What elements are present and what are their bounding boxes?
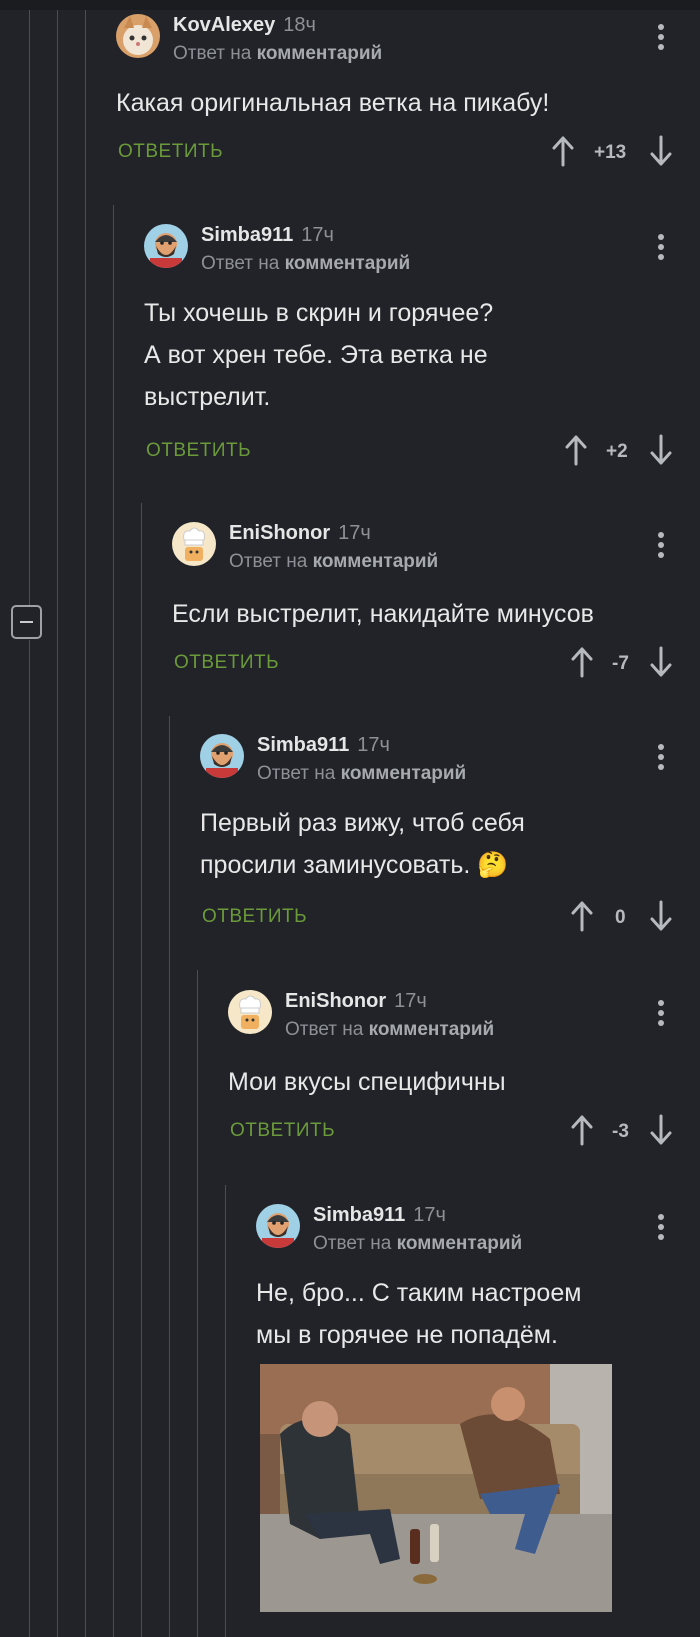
author-nick[interactable]: EniShonor xyxy=(285,990,386,1012)
rating-value: -3 xyxy=(612,1121,629,1142)
author-name[interactable]: EniShonor 17ч xyxy=(285,990,427,1013)
comment-time: 17ч xyxy=(338,522,371,544)
reply-label: Ответ на xyxy=(285,1019,364,1040)
reply-button[interactable]: ОТВЕТИТЬ xyxy=(146,440,251,462)
reply-label: Ответ на xyxy=(201,253,280,274)
upvote-icon[interactable] xyxy=(551,135,575,167)
reply-info: Ответ на комментарий xyxy=(313,1233,522,1255)
comment-text: Если выстрелит, накидайте минусов xyxy=(172,600,594,628)
more-options-icon[interactable] xyxy=(658,1214,664,1244)
downvote-icon[interactable] xyxy=(649,900,673,932)
author-name[interactable]: EniShonor 17ч xyxy=(229,522,371,545)
upvote-icon[interactable] xyxy=(570,1114,594,1146)
author-name[interactable]: KovAlexey 18ч xyxy=(173,14,316,37)
reply-button[interactable]: ОТВЕТИТЬ xyxy=(174,652,279,674)
comment-time: 17ч xyxy=(413,1204,446,1226)
author-name[interactable]: Simba911 17ч xyxy=(201,224,334,247)
reply-target-link[interactable]: комментарий xyxy=(369,1019,495,1040)
rating-value: +2 xyxy=(606,441,628,462)
thinking-face-emoji: 🤔 xyxy=(477,851,509,879)
reply-button[interactable]: ОТВЕТИТЬ xyxy=(230,1120,335,1142)
comment-time: 17ч xyxy=(301,224,334,246)
rating-value: +13 xyxy=(594,142,627,163)
thread-line[interactable] xyxy=(29,10,30,605)
comment-time: 18ч xyxy=(283,14,316,36)
reply-info: Ответ на комментарий xyxy=(229,551,438,573)
comment-text: Первый раз вижу, чтоб себя просили замину… xyxy=(200,809,525,879)
author-nick[interactable]: EniShonor xyxy=(229,522,330,544)
thread-line[interactable] xyxy=(225,1185,226,1637)
rating-value: 0 xyxy=(615,907,626,928)
downvote-icon[interactable] xyxy=(649,135,673,167)
comment-text: Ты хочешь в скрин и горячее? А вот хрен т… xyxy=(144,299,494,411)
downvote-icon[interactable] xyxy=(649,434,673,466)
comment: Simba911 17ч Ответ на комментарий Первый … xyxy=(200,734,676,934)
author-nick[interactable]: KovAlexey xyxy=(173,14,275,36)
more-options-icon[interactable] xyxy=(658,1000,664,1030)
comment: EniShonor 17ч Ответ на комментарий Если в… xyxy=(172,522,676,682)
reply-info: Ответ на комментарий xyxy=(285,1019,494,1041)
author-nick[interactable]: Simba911 xyxy=(313,1204,405,1226)
author-nick[interactable]: Simba911 xyxy=(257,734,349,756)
reply-target-link[interactable]: комментарий xyxy=(257,43,383,64)
thread-line[interactable] xyxy=(141,503,142,1637)
comment-text: Какая оригинальная ветка на пикабу! xyxy=(116,89,550,117)
upvote-icon[interactable] xyxy=(570,900,594,932)
more-options-icon[interactable] xyxy=(658,744,664,774)
reply-target-link[interactable]: комментарий xyxy=(397,1233,523,1254)
reply-info: Ответ на комментарий xyxy=(173,43,382,65)
bearded-avatar[interactable] xyxy=(144,224,188,268)
author-nick[interactable]: Simba911 xyxy=(201,224,293,246)
rating-value: -7 xyxy=(612,653,629,674)
thread-line[interactable] xyxy=(169,716,170,1637)
downvote-icon[interactable] xyxy=(649,1114,673,1146)
thread-line[interactable] xyxy=(113,205,114,1637)
author-name[interactable]: Simba911 17ч xyxy=(257,734,390,757)
chef-avatar[interactable] xyxy=(172,522,216,566)
reply-label: Ответ на xyxy=(229,551,308,572)
reply-info: Ответ на комментарий xyxy=(201,253,410,275)
comment: Simba911 17ч Ответ на комментарий Не, бро… xyxy=(256,1204,676,1637)
thread-line[interactable] xyxy=(85,10,86,1637)
reply-target-link[interactable]: комментарий xyxy=(285,253,411,274)
more-options-icon[interactable] xyxy=(658,532,664,562)
more-options-icon[interactable] xyxy=(658,234,664,264)
comment-time: 17ч xyxy=(394,990,427,1012)
reply-info: Ответ на комментарий xyxy=(257,763,466,785)
comment-time: 17ч xyxy=(357,734,390,756)
thread-line[interactable] xyxy=(57,10,58,1637)
comment: Simba911 17ч Ответ на комментарий Ты хоче… xyxy=(144,224,676,466)
upvote-icon[interactable] xyxy=(570,646,594,678)
comment-text: Мои вкусы специфичны xyxy=(228,1068,506,1096)
upvote-icon[interactable] xyxy=(564,434,588,466)
bearded-avatar[interactable] xyxy=(200,734,244,778)
thread-line[interactable] xyxy=(29,640,30,1637)
author-name[interactable]: Simba911 17ч xyxy=(313,1204,446,1227)
more-options-icon[interactable] xyxy=(658,24,664,54)
comment-photo[interactable] xyxy=(260,1364,612,1612)
reply-label: Ответ на xyxy=(313,1233,392,1254)
top-strip xyxy=(0,0,700,10)
thread-line[interactable] xyxy=(197,970,198,1637)
comment: KovAlexey 18ч Ответ на комментарий Какая … xyxy=(116,14,676,184)
reply-target-link[interactable]: комментарий xyxy=(341,763,467,784)
reply-label: Ответ на xyxy=(173,43,252,64)
reply-target-link[interactable]: комментарий xyxy=(313,551,439,572)
comment-text: Не, бро... С таким настроем мы в горячее … xyxy=(256,1279,582,1349)
bearded-avatar[interactable] xyxy=(256,1204,300,1248)
cat-avatar[interactable] xyxy=(116,14,160,58)
chef-avatar[interactable] xyxy=(228,990,272,1034)
reply-label: Ответ на xyxy=(257,763,336,784)
reply-button[interactable]: ОТВЕТИТЬ xyxy=(118,141,223,163)
comment: EniShonor 17ч Ответ на комментарий Мои вк… xyxy=(228,990,676,1150)
collapse-thread-button[interactable] xyxy=(11,605,42,639)
downvote-icon[interactable] xyxy=(649,646,673,678)
reply-button[interactable]: ОТВЕТИТЬ xyxy=(202,906,307,928)
